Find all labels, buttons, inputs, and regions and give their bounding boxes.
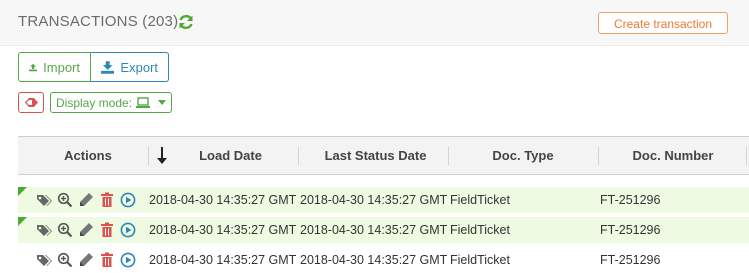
clear-filters-button[interactable] [18, 92, 44, 113]
load-date-cell: 2018-04-30 14:35:27 GMT [149, 253, 297, 267]
doc-number-cell: FT-251296 [600, 223, 661, 237]
zoom-in-icon[interactable] [57, 252, 73, 268]
import-label: Import [43, 59, 80, 75]
create-transaction-button[interactable]: Create transaction [598, 12, 728, 34]
table-row[interactable]: 2018-04-30 14:35:27 GMT 2018-04-30 14:35… [18, 187, 749, 213]
trash-icon[interactable] [99, 192, 115, 208]
row-actions [36, 252, 136, 268]
status-date-cell: 2018-04-30 14:35:27 GMT [300, 223, 448, 237]
pencil-icon[interactable] [78, 192, 94, 208]
page-title: TRANSACTIONS (203) [18, 13, 179, 30]
tag-icon[interactable] [36, 222, 52, 238]
row-actions [36, 192, 136, 208]
doc-number-cell: FT-251296 [600, 193, 661, 207]
column-header-last-status-date[interactable]: Last Status Date [303, 137, 448, 174]
tag-icon[interactable] [36, 252, 52, 268]
upload-icon [29, 63, 38, 71]
download-icon [101, 60, 115, 74]
display-mode-label: Display mode: [56, 95, 133, 110]
laptop-icon [136, 97, 151, 108]
trash-icon[interactable] [99, 222, 115, 238]
export-label: Export [120, 59, 158, 75]
table-row[interactable]: 2018-04-30 14:35:27 GMT 2018-04-30 14:35… [18, 247, 749, 273]
status-date-cell: 2018-04-30 14:35:27 GMT [300, 253, 448, 267]
zoom-in-icon[interactable] [57, 192, 73, 208]
load-date-cell: 2018-04-30 14:35:27 GMT [149, 223, 297, 237]
pencil-icon[interactable] [78, 222, 94, 238]
row-flag [18, 187, 27, 196]
row-flag [18, 217, 27, 226]
table-row[interactable]: 2018-04-30 14:35:27 GMT 2018-04-30 14:35… [18, 217, 749, 243]
play-icon[interactable] [120, 222, 136, 238]
column-header-doc-type[interactable]: Doc. Type [453, 137, 593, 174]
display-mode-dropdown[interactable]: Display mode: [50, 92, 172, 113]
row-actions [36, 222, 136, 238]
table-header: Actions Load Date Last Status Date Doc. … [18, 136, 749, 175]
zoom-in-icon[interactable] [57, 222, 73, 238]
column-header-doc-number[interactable]: Doc. Number [603, 137, 743, 174]
eraser-icon [25, 98, 38, 107]
import-button[interactable]: Import [18, 52, 91, 82]
status-date-cell: 2018-04-30 14:35:27 GMT [300, 193, 448, 207]
column-header-actions[interactable]: Actions [48, 137, 128, 174]
refresh-icon[interactable] [177, 13, 195, 31]
play-icon[interactable] [120, 252, 136, 268]
export-button[interactable]: Export [91, 52, 169, 82]
load-date-cell: 2018-04-30 14:35:27 GMT [149, 193, 297, 207]
tag-icon[interactable] [36, 192, 52, 208]
play-icon[interactable] [120, 192, 136, 208]
trash-icon[interactable] [99, 252, 115, 268]
import-export-group: Import Export [18, 52, 169, 82]
doc-number-cell: FT-251296 [600, 253, 661, 267]
page-header: TRANSACTIONS (203) Create transaction [0, 0, 749, 46]
chevron-down-icon [158, 100, 167, 105]
column-header-load-date[interactable]: Load Date [168, 137, 293, 174]
doc-type-cell: FieldTicket [450, 253, 510, 267]
arrow-down-icon[interactable] [156, 147, 168, 165]
doc-type-cell: FieldTicket [450, 193, 510, 207]
pencil-icon[interactable] [78, 252, 94, 268]
doc-type-cell: FieldTicket [450, 223, 510, 237]
